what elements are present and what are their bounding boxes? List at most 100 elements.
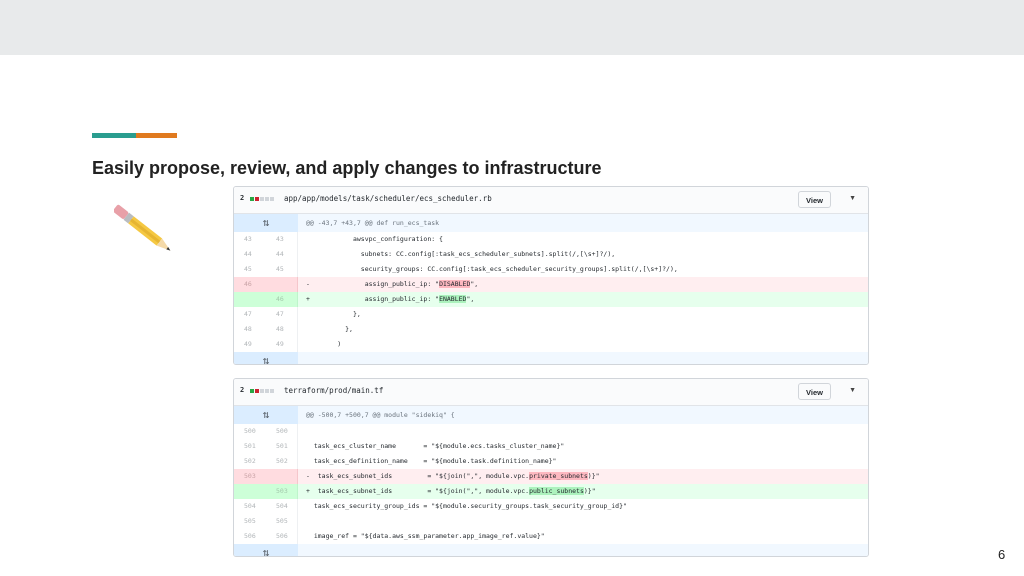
file-path[interactable]: app/app/models/task/scheduler/ecs_schedu… bbox=[284, 194, 492, 203]
hunk-footer: ⇅ bbox=[234, 544, 868, 556]
hunk-header: ⇅ @@ -500,7 +500,7 @@ module "sidekiq" { bbox=[234, 406, 868, 424]
new-line-number[interactable]: 44 bbox=[266, 247, 298, 262]
change-count: 2 bbox=[240, 386, 245, 394]
context-line: 44 44 subnets: CC.config[:task_ecs_schedu… bbox=[234, 247, 868, 262]
changed-word-highlight: DISABLED bbox=[439, 280, 471, 288]
diff-file-header: 2 app/app/models/task/scheduler/ecs_sche… bbox=[234, 187, 868, 214]
page-number: 6 bbox=[998, 547, 1006, 562]
code-text: task_ecs_security_group_ids = "${module.… bbox=[306, 502, 627, 510]
new-line-number[interactable]: 45 bbox=[266, 262, 298, 277]
changed-word-highlight: ENABLED bbox=[439, 295, 467, 303]
context-line: 505 505 bbox=[234, 514, 868, 529]
hunk-header: ⇅ @@ -43,7 +43,7 @@ def run_ecs_task bbox=[234, 214, 868, 232]
diff-lines: 500 500 501 501 task_ecs_cluster_name = "${… bbox=[234, 424, 868, 544]
new-line-number[interactable]: 46 bbox=[266, 292, 298, 307]
context-line: 48 48 }, bbox=[234, 322, 868, 337]
context-line: 45 45 security_groups: CC.config[:task_ec… bbox=[234, 262, 868, 277]
expand-icon[interactable]: ⇅ bbox=[234, 406, 298, 424]
code-segment: ", bbox=[470, 280, 479, 288]
code-text: ) bbox=[306, 340, 342, 348]
context-line: 506 506 image_ref = "${data.aws_ssm_param… bbox=[234, 529, 868, 544]
new-line-number[interactable] bbox=[266, 277, 298, 292]
code-text: - task_ecs_subnet_ids = "${join(",", mod… bbox=[298, 469, 868, 484]
new-line-number[interactable]: 501 bbox=[266, 439, 298, 454]
view-file-button[interactable]: View bbox=[798, 191, 831, 208]
context-line: 501 501 task_ecs_cluster_name = "${module… bbox=[234, 439, 868, 454]
old-line-number[interactable]: 506 bbox=[234, 529, 266, 544]
expand-icon[interactable]: ⇅ bbox=[234, 352, 298, 364]
old-line-number[interactable]: 46 bbox=[234, 277, 266, 292]
changed-word-highlight: private_subnets bbox=[529, 472, 588, 480]
old-line-number[interactable]: 48 bbox=[234, 322, 266, 337]
change-count: 2 bbox=[240, 194, 245, 202]
new-line-number[interactable]: 502 bbox=[266, 454, 298, 469]
new-line-number[interactable]: 43 bbox=[266, 232, 298, 247]
new-line-number[interactable]: 48 bbox=[266, 322, 298, 337]
old-line-number[interactable]: 47 bbox=[234, 307, 266, 322]
chevron-down-icon[interactable]: ▼ bbox=[849, 387, 856, 395]
new-line-number[interactable]: 503 bbox=[266, 484, 298, 499]
code-segment: )}" bbox=[587, 472, 600, 480]
context-line: 49 49 ) bbox=[234, 337, 868, 352]
changed-word-highlight: public_subnets bbox=[529, 487, 584, 495]
code-text: + task_ecs_subnet_ids = "${join(",", mod… bbox=[298, 484, 868, 499]
top-bar bbox=[0, 0, 1024, 55]
file-path[interactable]: terraform/prod/main.tf bbox=[284, 386, 383, 395]
new-line-number[interactable] bbox=[266, 469, 298, 484]
old-line-number[interactable]: 500 bbox=[234, 424, 266, 439]
old-line-number[interactable] bbox=[234, 484, 266, 499]
code-segment: assign_public_ip: " bbox=[309, 295, 440, 303]
removed-line: 46 - assign_public_ip: "DISABLED", bbox=[234, 277, 868, 292]
accent-bar-teal bbox=[92, 133, 136, 138]
context-line: 502 502 task_ecs_definition_name = "${mod… bbox=[234, 454, 868, 469]
code-text: security_groups: CC.config[:task_ecs_sch… bbox=[306, 265, 678, 273]
old-line-number[interactable]: 502 bbox=[234, 454, 266, 469]
code-text: task_ecs_cluster_name = "${module.ecs.ta… bbox=[306, 442, 565, 450]
code-text: subnets: CC.config[:task_ecs_scheduler_s… bbox=[306, 250, 616, 258]
code-text: image_ref = "${data.aws_ssm_parameter.ap… bbox=[306, 532, 545, 540]
code-text: }, bbox=[306, 310, 361, 318]
old-line-number[interactable]: 44 bbox=[234, 247, 266, 262]
new-line-number[interactable]: 500 bbox=[266, 424, 298, 439]
code-text: }, bbox=[306, 325, 353, 333]
old-line-number[interactable]: 505 bbox=[234, 514, 266, 529]
view-file-button[interactable]: View bbox=[798, 383, 831, 400]
added-line: 46 + assign_public_ip: "ENABLED", bbox=[234, 292, 868, 307]
old-line-number[interactable]: 501 bbox=[234, 439, 266, 454]
code-text: task_ecs_definition_name = "${module.tas… bbox=[306, 457, 557, 465]
new-line-number[interactable]: 49 bbox=[266, 337, 298, 352]
old-line-number[interactable]: 43 bbox=[234, 232, 266, 247]
context-line: 43 43 awsvpc_configuration: { bbox=[234, 232, 868, 247]
code-segment: ", bbox=[466, 295, 475, 303]
added-line: 503 + task_ecs_subnet_ids = "${join(",", … bbox=[234, 484, 868, 499]
expand-icon[interactable]: ⇅ bbox=[234, 544, 298, 556]
hunk-text: @@ -43,7 +43,7 @@ def run_ecs_task bbox=[306, 219, 440, 227]
context-line: 47 47 }, bbox=[234, 307, 868, 322]
diffstat-blocks bbox=[250, 197, 274, 201]
old-line-number[interactable] bbox=[234, 292, 266, 307]
code-segment: assign_public_ip: " bbox=[309, 280, 440, 288]
code-segment: task_ecs_subnet_ids = "${join(",", modul… bbox=[309, 472, 530, 480]
new-line-number[interactable]: 505 bbox=[266, 514, 298, 529]
hunk-footer: ⇅ bbox=[234, 352, 868, 364]
code-segment: )}" bbox=[583, 487, 596, 495]
diff-panel-1: 2 app/app/models/task/scheduler/ecs_sche… bbox=[233, 186, 869, 365]
context-line: 500 500 bbox=[234, 424, 868, 439]
code-text: awsvpc_configuration: { bbox=[306, 235, 443, 243]
diff-file-header: 2 terraform/prod/main.tf View ▼ bbox=[234, 379, 868, 406]
context-line: 504 504 task_ecs_security_group_ids = "${… bbox=[234, 499, 868, 514]
old-line-number[interactable]: 49 bbox=[234, 337, 266, 352]
diff-panel-2: 2 terraform/prod/main.tf View ▼ ⇅ @@ -50… bbox=[233, 378, 869, 557]
new-line-number[interactable]: 504 bbox=[266, 499, 298, 514]
chevron-down-icon[interactable]: ▼ bbox=[849, 195, 856, 203]
new-line-number[interactable]: 506 bbox=[266, 529, 298, 544]
old-line-number[interactable]: 45 bbox=[234, 262, 266, 277]
old-line-number[interactable]: 504 bbox=[234, 499, 266, 514]
pencil-icon bbox=[114, 204, 171, 251]
expand-icon[interactable]: ⇅ bbox=[234, 214, 298, 232]
diffstat-blocks bbox=[250, 389, 274, 393]
old-line-number[interactable]: 503 bbox=[234, 469, 266, 484]
new-line-number[interactable]: 47 bbox=[266, 307, 298, 322]
